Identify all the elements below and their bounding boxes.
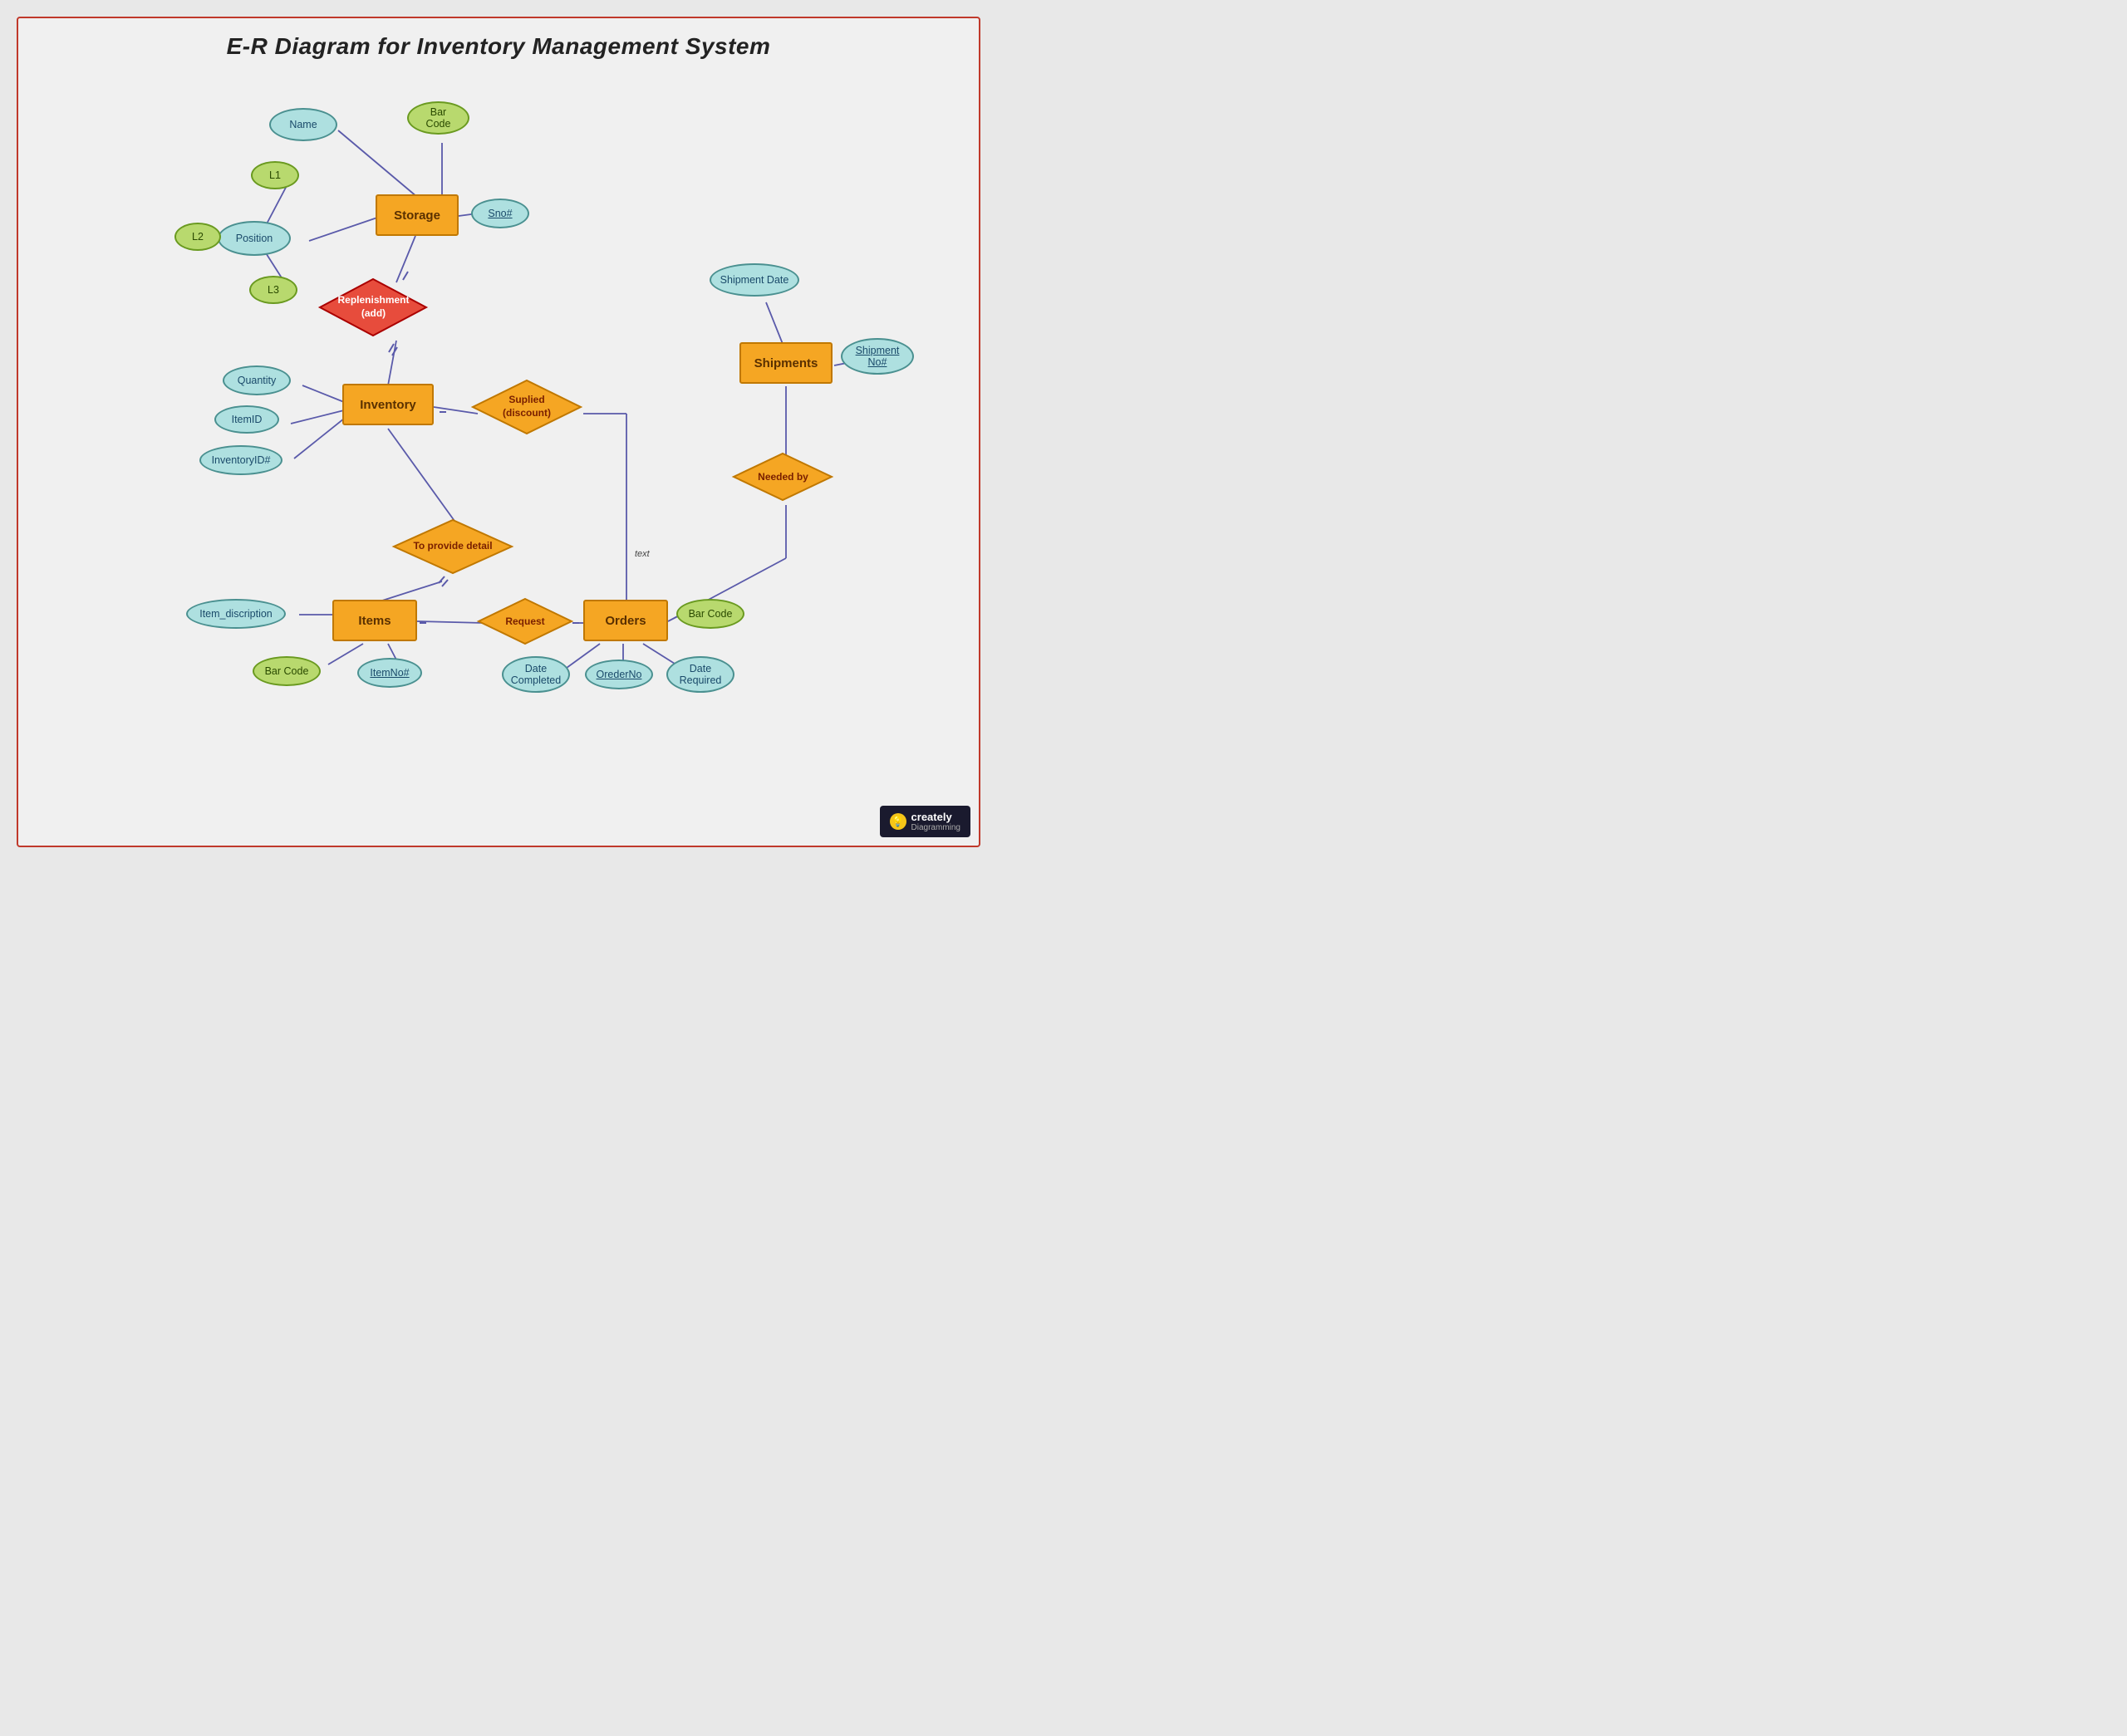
relation-request[interactable]: Request (475, 596, 575, 647)
attr-l3[interactable]: L3 (249, 276, 297, 304)
bulb-icon: 💡 (890, 813, 906, 830)
attr-item-desc[interactable]: Item_discription (186, 599, 286, 629)
entity-inventory[interactable]: Inventory (342, 384, 434, 425)
attr-shipment-date[interactable]: Shipment Date (710, 263, 799, 297)
attr-inventoryid[interactable]: InventoryID# (199, 445, 282, 475)
relation-supplied[interactable]: Suplied(discount) (469, 377, 584, 437)
attr-barcode-storage[interactable]: BarCode (407, 101, 469, 135)
relation-to-provide[interactable]: To provide detail (391, 517, 515, 576)
attr-quantity[interactable]: Quantity (223, 365, 291, 395)
attr-position[interactable]: Position (218, 221, 291, 256)
relation-replenishment[interactable]: Replenishment(add) (317, 276, 430, 339)
diagram-container: E-R Diagram for Inventory Management Sys… (17, 17, 980, 847)
relation-needed-by[interactable]: Needed by (731, 450, 835, 503)
brand-sub: Diagramming (911, 823, 960, 832)
entity-shipments[interactable]: Shipments (739, 342, 833, 384)
attr-orderno[interactable]: OrederNo (585, 660, 653, 689)
attr-itemid[interactable]: ItemID (214, 405, 279, 434)
creately-badge: 💡 creately Diagramming (880, 806, 970, 837)
attr-barcode-orders[interactable]: Bar Code (676, 599, 744, 629)
entity-orders[interactable]: Orders (583, 600, 668, 641)
attr-date-completed[interactable]: DateCompleted (502, 656, 570, 693)
attr-l2[interactable]: L2 (174, 223, 221, 251)
attr-name[interactable]: Name (269, 108, 337, 141)
svg-text:text: text (635, 549, 651, 559)
attr-shipment-no[interactable]: ShipmentNo# (841, 338, 914, 375)
entity-storage[interactable]: Storage (376, 194, 459, 236)
attr-l1[interactable]: L1 (251, 161, 299, 189)
diagram-title: E-R Diagram for Inventory Management Sys… (18, 18, 979, 60)
entity-items[interactable]: Items (332, 600, 417, 641)
attr-sno[interactable]: Sno# (471, 199, 529, 228)
attr-itemno[interactable]: ItemNo# (357, 658, 422, 688)
attr-date-required[interactable]: DateRequired (666, 656, 734, 693)
brand-name: creately (911, 811, 960, 823)
attr-barcode-items[interactable]: Bar Code (253, 656, 321, 686)
